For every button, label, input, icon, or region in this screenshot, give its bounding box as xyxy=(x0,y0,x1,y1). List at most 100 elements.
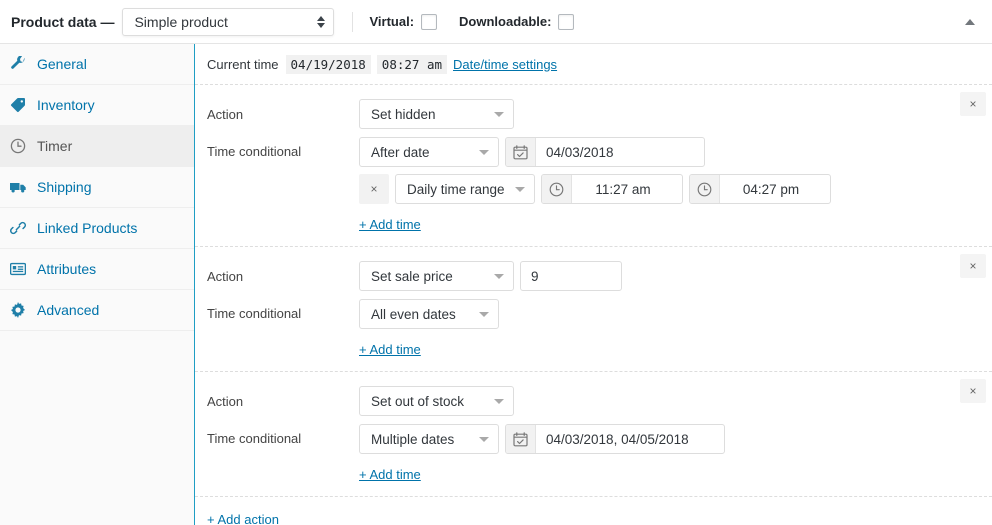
list-icon xyxy=(9,260,27,278)
chevron-down-icon xyxy=(515,187,525,192)
condition-row: All even dates xyxy=(359,299,992,329)
time-conditional-field-row: Time conditional Multiple dates 04/03/2018… xyxy=(207,424,992,484)
action-select-value: Set sale price xyxy=(371,269,453,284)
remove-action-button[interactable]: × xyxy=(960,379,986,403)
action-label: Action xyxy=(207,269,359,284)
sidebar-item-label: General xyxy=(37,56,87,72)
current-time-row: Current time 04/19/2018 08:27 am Date/ti… xyxy=(195,44,992,85)
condition-select[interactable]: Multiple dates xyxy=(359,424,499,454)
wrench-icon xyxy=(9,55,27,73)
downloadable-checkbox[interactable] xyxy=(558,14,574,30)
action-select[interactable]: Set hidden xyxy=(359,99,514,129)
condition-date-input-value: 04/03/2018 xyxy=(536,138,704,166)
downloadable-label: Downloadable: xyxy=(459,14,551,29)
add-action-link[interactable]: + Add action xyxy=(207,512,279,525)
action-controls: Set sale price 9 xyxy=(359,261,992,291)
collapse-panel-button[interactable] xyxy=(960,12,980,32)
condition-select[interactable]: After date xyxy=(359,137,499,167)
time-conditional-controls: Multiple dates 04/03/2018, 04/05/2018 + Ad… xyxy=(359,424,992,484)
action-field-row: Action Set out of stock xyxy=(207,386,992,416)
action-select-value: Set out of stock xyxy=(371,394,464,409)
gear-icon xyxy=(9,301,27,319)
time-conditional-label: Time conditional xyxy=(207,299,359,321)
current-time-value: 08:27 am xyxy=(377,55,447,74)
actions-container: × Action Set hidden Time conditional After d… xyxy=(195,85,992,497)
sidebar-item-label: Linked Products xyxy=(37,220,137,236)
action-field-row: Action Set hidden xyxy=(207,99,992,129)
clock-icon xyxy=(9,137,27,155)
condition-date-input[interactable]: 04/03/2018 xyxy=(505,137,705,167)
timer-tab-content: Current time 04/19/2018 08:27 am Date/ti… xyxy=(195,44,992,525)
product-data-panel: Product data — Simple product Virtual: D… xyxy=(0,0,992,525)
condition-row: ×Daily time range 11:27 am04:27 pm xyxy=(359,174,992,204)
action-label: Action xyxy=(207,107,359,122)
add-time-link[interactable]: + Add time xyxy=(359,342,421,357)
clock-icon xyxy=(690,175,720,203)
sidebar-item-shipping[interactable]: Shipping xyxy=(0,167,194,208)
panel-body: General Inventory Timer Shipping Linked Prod… xyxy=(0,44,992,525)
virtual-checkbox[interactable] xyxy=(421,14,437,30)
virtual-label: Virtual: xyxy=(369,14,414,29)
clock-icon xyxy=(542,175,572,203)
remove-action-button[interactable]: × xyxy=(960,92,986,116)
action-value-input[interactable]: 9 xyxy=(520,261,622,291)
time-conditional-field-row: Time conditional All even dates + Add time xyxy=(207,299,992,359)
header-divider xyxy=(352,12,353,32)
condition-select-value: After date xyxy=(371,145,430,160)
condition-time-input-value: 11:27 am xyxy=(572,175,682,203)
time-conditional-label: Time conditional xyxy=(207,424,359,446)
virtual-checkbox-group[interactable]: Virtual: xyxy=(369,14,437,30)
link-icon xyxy=(9,219,27,237)
calendar-icon xyxy=(506,425,536,453)
action-select-value: Set hidden xyxy=(371,107,436,122)
condition-select-value: All even dates xyxy=(371,307,456,322)
action-select[interactable]: Set sale price xyxy=(359,261,514,291)
add-time-link[interactable]: + Add time xyxy=(359,217,421,232)
sidebar-item-label: Advanced xyxy=(37,302,99,318)
remove-condition-button[interactable]: × xyxy=(359,174,389,204)
action-block: × Action Set sale price 9 Time conditional Al… xyxy=(195,247,992,372)
time-conditional-controls: After date 04/03/2018 ×Daily time range 11:… xyxy=(359,137,992,234)
action-label: Action xyxy=(207,394,359,409)
chevron-down-icon xyxy=(494,399,504,404)
chevron-down-icon xyxy=(479,150,489,155)
sidebar-item-label: Shipping xyxy=(37,179,92,195)
sidebar-item-advanced[interactable]: Advanced xyxy=(0,290,194,331)
condition-time-input[interactable]: 11:27 am xyxy=(541,174,683,204)
current-date-value: 04/19/2018 xyxy=(286,55,371,74)
chevron-down-icon xyxy=(494,112,504,117)
action-controls: Set out of stock xyxy=(359,386,992,416)
action-control-line: Set hidden xyxy=(359,99,992,129)
downloadable-checkbox-group[interactable]: Downloadable: xyxy=(459,14,574,30)
action-control-line: Set out of stock xyxy=(359,386,992,416)
condition-date-input-value: 04/03/2018, 04/05/2018 xyxy=(536,425,724,453)
tag-icon xyxy=(9,96,27,114)
remove-action-button[interactable]: × xyxy=(960,254,986,278)
sidebar-item-general[interactable]: General xyxy=(0,44,194,85)
chevron-down-icon xyxy=(479,312,489,317)
action-block: ×ActionSet hiddenTime conditionalAfter d… xyxy=(195,85,992,247)
spinner-arrows-icon xyxy=(317,16,325,28)
action-block: ×ActionSet out of stockTime conditionalM… xyxy=(195,372,992,497)
truck-icon xyxy=(9,178,27,196)
caret-up-icon xyxy=(965,19,975,25)
current-time-label: Current time xyxy=(207,57,279,72)
condition-select[interactable]: Daily time range xyxy=(395,174,535,204)
add-action-wrap: + Add action xyxy=(195,497,992,525)
date-time-settings-link[interactable]: Date/time settings xyxy=(453,57,557,72)
sidebar-item-timer[interactable]: Timer xyxy=(0,126,194,167)
sidebar-item-attributes[interactable]: Attributes xyxy=(0,249,194,290)
sidebar-item-inventory[interactable]: Inventory xyxy=(0,85,194,126)
add-time-link[interactable]: + Add time xyxy=(359,467,421,482)
page-title: Product data — xyxy=(11,14,114,30)
condition-select-value: Multiple dates xyxy=(371,432,454,447)
action-select[interactable]: Set out of stock xyxy=(359,386,514,416)
sidebar-item-linked-products[interactable]: Linked Products xyxy=(0,208,194,249)
sidebar-item-label: Timer xyxy=(37,138,72,154)
panel-header: Product data — Simple product Virtual: D… xyxy=(0,0,992,44)
condition-time-input[interactable]: 04:27 pm xyxy=(689,174,831,204)
condition-select[interactable]: All even dates xyxy=(359,299,499,329)
chevron-down-icon xyxy=(494,274,504,279)
product-type-select[interactable]: Simple product xyxy=(122,8,334,36)
condition-date-input[interactable]: 04/03/2018, 04/05/2018 xyxy=(505,424,725,454)
